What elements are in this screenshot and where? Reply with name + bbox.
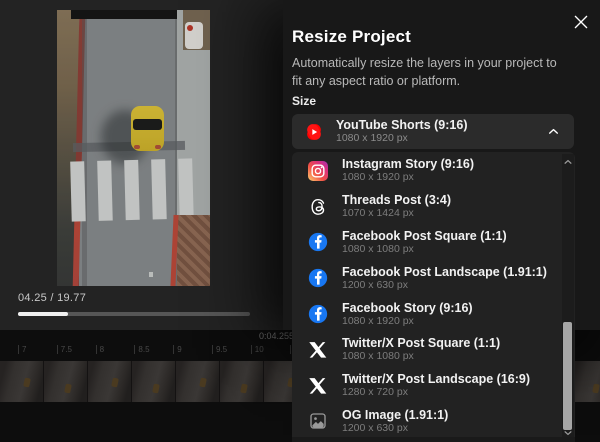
progress-bar[interactable] (18, 312, 250, 316)
timeline-thumbnail[interactable] (176, 361, 220, 402)
close-icon[interactable] (572, 13, 590, 31)
facebook-icon (308, 268, 328, 288)
ruler-tick: 10 (251, 345, 264, 354)
playhead-time: 0:04.255 (252, 331, 294, 341)
ruler-tick: 8.5 (134, 345, 149, 354)
size-option-label: Twitter/X Post Square (1:1) (342, 336, 500, 350)
size-option[interactable]: Facebook Story (9:16) 1080 x 1920 px (292, 296, 561, 332)
size-option-label: OG Image (1.91:1) (342, 408, 448, 422)
size-option[interactable]: Twitter/X Post Landscape (16:9) 1280 x 7… (292, 368, 561, 404)
size-option-label: Threads Post (3:4) (342, 193, 451, 207)
selected-size-label: YouTube Shorts (9:16) (336, 118, 468, 132)
size-option[interactable]: Facebook Post Square (1:1) 1080 x 1080 p… (292, 225, 561, 261)
size-option-dimensions: 1080 x 1920 px (342, 171, 474, 184)
timeline-thumbnail[interactable] (220, 361, 264, 402)
size-option[interactable]: Facebook Post Landscape (1.91:1) 1200 x … (292, 260, 561, 296)
timeline-thumbnail[interactable] (572, 361, 600, 402)
size-option-label: Facebook Post Landscape (1.91:1) (342, 265, 547, 279)
size-option-dimensions: 1080 x 1080 px (342, 350, 500, 363)
size-option-label: Facebook Story (9:16) (342, 301, 473, 315)
size-option[interactable]: Instagram Story (9:16) 1080 x 1920 px (292, 153, 561, 189)
size-option-label: Twitter/X Post Landscape (16:9) (342, 372, 530, 386)
size-option-dimensions: 1080 x 1920 px (342, 315, 473, 328)
scrollbar-thumb[interactable] (563, 322, 572, 430)
ruler-tick (290, 345, 291, 354)
instagram-icon (308, 161, 328, 181)
size-option-dimensions: 1280 x 720 px (342, 386, 530, 399)
facebook-icon (308, 304, 328, 324)
ruler-tick: 7 (18, 345, 26, 354)
size-option[interactable]: OG Image (1.91:1) 1200 x 630 px (292, 404, 561, 440)
size-option[interactable]: Twitter/X Post Square (1:1) 1080 x 1080 … (292, 332, 561, 368)
size-options-list: Instagram Story (9:16) 1080 x 1920 px Th… (292, 152, 575, 442)
video-preview[interactable] (57, 10, 210, 286)
timeline-thumbnail[interactable] (132, 361, 176, 402)
chevron-up-icon (547, 125, 560, 138)
x-icon (308, 376, 328, 396)
size-option-dimensions: 1070 x 1424 px (342, 207, 451, 220)
size-label: Size (292, 94, 316, 108)
threads-icon (308, 197, 328, 217)
ruler-tick: 9.5 (212, 345, 227, 354)
timeline-thumbnail[interactable] (0, 361, 44, 402)
scroll-down-icon[interactable] (563, 428, 573, 438)
youtube-shorts-icon (304, 122, 324, 142)
modal-title: Resize Project (292, 27, 411, 47)
selected-size-dimensions: 1080 x 1920 px (336, 132, 468, 145)
list-scrollbar[interactable] (562, 154, 574, 442)
modal-description: Automatically resize the layers in your … (292, 54, 568, 90)
dim-overlay (57, 10, 210, 286)
size-option[interactable]: Threads Post (3:4) 1070 x 1424 px (292, 189, 561, 225)
progress-fill (18, 312, 68, 316)
ruler-tick: 8 (96, 345, 104, 354)
size-option-label: Instagram Story (9:16) (342, 157, 474, 171)
facebook-icon (308, 232, 328, 252)
og-image-icon (308, 411, 328, 431)
size-option-dimensions: 1200 x 630 px (342, 422, 448, 435)
scroll-up-icon[interactable] (563, 157, 573, 167)
playback-time: 04.25 / 19.77 (18, 292, 86, 304)
timeline-thumbnail[interactable] (88, 361, 132, 402)
size-dropdown[interactable]: YouTube Shorts (9:16) 1080 x 1920 px (292, 114, 574, 149)
timeline-thumbnail[interactable] (44, 361, 88, 402)
size-option-dimensions: 1200 x 630 px (342, 279, 547, 292)
size-option-dimensions: 1080 x 1080 px (342, 243, 507, 256)
ruler-tick: 7.5 (57, 345, 72, 354)
size-option-label: Facebook Post Square (1:1) (342, 229, 507, 243)
ruler-tick: 9 (173, 345, 181, 354)
x-icon (308, 340, 328, 360)
